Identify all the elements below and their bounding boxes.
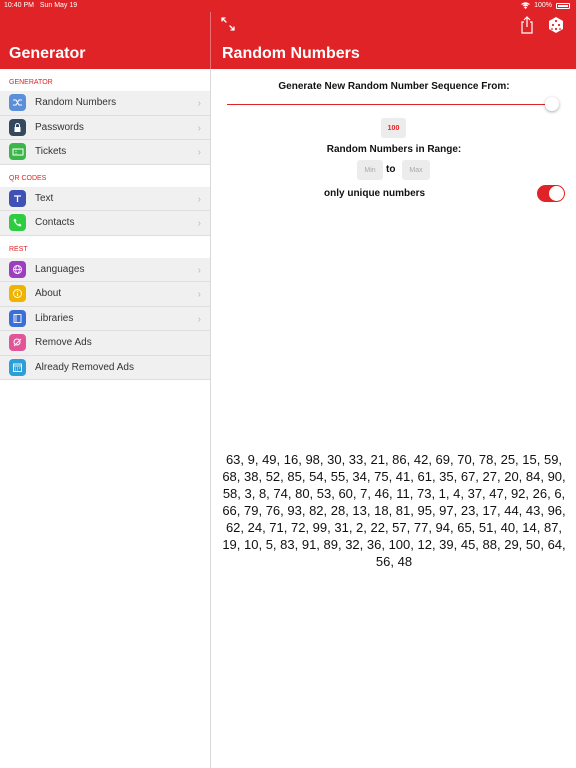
sidebar-item-text[interactable]: Text › (0, 186, 210, 211)
sequence-heading: Generate New Random Number Sequence From… (278, 81, 510, 92)
sidebar-title: Generator (9, 45, 86, 62)
sidebar-item-remove-ads[interactable]: Remove Ads (0, 331, 210, 356)
chevron-right-icon: › (197, 218, 201, 229)
main-panel: Generate New Random Number Sequence From… (212, 69, 576, 768)
count-value[interactable]: 100 (381, 118, 406, 138)
page-title: Random Numbers (222, 45, 360, 62)
section-qr-codes: QR CODES Text › Contacts › (0, 165, 210, 236)
min-input[interactable]: Min (357, 160, 383, 180)
battery-percent: 100% (534, 2, 552, 9)
globe-icon (9, 260, 26, 278)
sidebar-item-label: Libraries (35, 312, 74, 324)
sidebar-item-passwords[interactable]: Passwords › (0, 115, 210, 140)
calendar-icon (9, 358, 26, 376)
header-divider (210, 12, 211, 69)
sidebar-item-label: Tickets (35, 146, 67, 158)
chevron-right-icon: › (197, 98, 201, 109)
sidebar-item-label: Random Numbers (35, 97, 117, 109)
sidebar-item-label: Already Removed Ads (35, 361, 134, 373)
chevron-right-icon: › (197, 264, 201, 276)
section-label-qr-codes: QR CODES (9, 174, 47, 182)
range-label: Random Numbers in Range: (326, 144, 462, 155)
chevron-right-icon: › (197, 193, 201, 205)
section-generator: GENERATOR Random Numbers › Passwords › T… (0, 69, 210, 165)
status-right: 100% (521, 2, 570, 9)
sidebar-item-label: Languages (35, 263, 85, 275)
share-icon[interactable] (519, 16, 535, 34)
count-slider-track[interactable] (227, 104, 552, 105)
ad-icon (9, 334, 26, 352)
sidebar-item-already-removed-ads[interactable]: Already Removed Ads (0, 355, 210, 380)
section-rest: REST Languages › About › Libraries › Rem… (0, 236, 210, 380)
info-icon (9, 285, 26, 303)
status-bar: 10:40 PM Sun May 19 100% (0, 0, 576, 12)
max-input[interactable]: Max (402, 160, 430, 180)
chevron-right-icon: › (197, 122, 201, 134)
sidebar-item-label: Text (35, 192, 54, 204)
unique-numbers-label: only unique numbers (324, 188, 426, 199)
generated-numbers: 63, 9, 49, 16, 98, 30, 33, 21, 86, 42, 6… (222, 452, 566, 569)
chevron-right-icon: › (197, 147, 201, 158)
text-icon (9, 189, 26, 207)
unique-numbers-toggle[interactable] (537, 185, 565, 202)
sidebar-item-random-numbers[interactable]: Random Numbers › (0, 91, 210, 116)
chevron-right-icon: › (197, 289, 201, 300)
phone-icon (9, 214, 26, 232)
lock-icon (9, 118, 26, 136)
chevron-right-icon: › (197, 313, 201, 325)
battery-icon (556, 2, 570, 9)
book-icon (9, 309, 26, 327)
app-header: 10:40 PM Sun May 19 100% Generator Rando… (0, 0, 576, 69)
dice-icon[interactable] (547, 16, 565, 34)
expand-icon[interactable] (221, 17, 235, 31)
shuffle-icon (9, 94, 26, 112)
sidebar-item-tickets[interactable]: Tickets › (0, 140, 210, 165)
sidebar-item-libraries[interactable]: Libraries › (0, 306, 210, 331)
sidebar: GENERATOR Random Numbers › Passwords › T… (0, 69, 211, 768)
sidebar-item-label: Remove Ads (35, 337, 92, 349)
sidebar-item-contacts[interactable]: Contacts › (0, 211, 210, 236)
ticket-icon (9, 143, 26, 161)
status-time: 10:40 PM Sun May 19 (4, 2, 78, 9)
sidebar-item-label: Passwords (35, 121, 84, 133)
sidebar-item-label: About (35, 288, 62, 300)
sidebar-item-about[interactable]: About › (0, 282, 210, 307)
to-label: to (386, 164, 396, 175)
wifi-icon (521, 2, 530, 9)
sidebar-item-label: Contacts (35, 217, 75, 229)
section-label-rest: REST (9, 245, 28, 253)
section-label-generator: GENERATOR (9, 79, 53, 86)
count-slider-thumb[interactable] (545, 97, 559, 111)
sidebar-item-languages[interactable]: Languages › (0, 257, 210, 282)
